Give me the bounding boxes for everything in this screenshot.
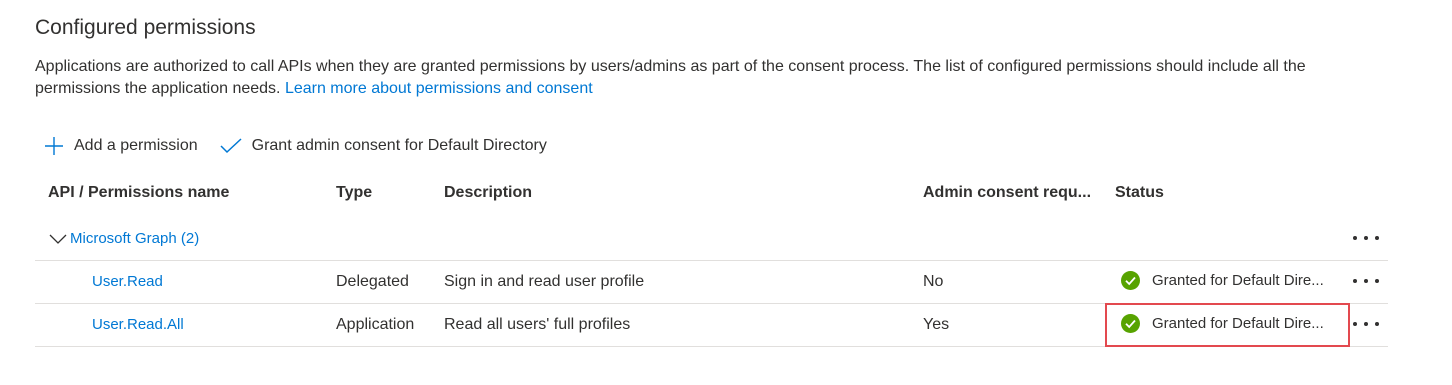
more-dot — [1364, 279, 1368, 283]
group-expand-toggle[interactable]: Microsoft Graph (2) — [49, 230, 199, 247]
more-dot — [1353, 279, 1357, 283]
api-group-row: Microsoft Graph (2) — [35, 224, 1388, 261]
group-more-button[interactable] — [1353, 228, 1379, 248]
success-check-circle-icon — [1121, 270, 1140, 290]
more-dot — [1353, 322, 1357, 326]
status-cell: Granted for Default Dire... — [1121, 259, 1338, 301]
status-highlight-box — [1105, 303, 1350, 347]
status-text: Granted for Default Dire... — [1152, 271, 1324, 289]
admin-consent-value: No — [923, 273, 944, 290]
add-permission-button[interactable]: Add a permission — [44, 136, 198, 156]
column-header-type[interactable]: Type — [336, 182, 372, 204]
admin-consent-value: Yes — [923, 316, 950, 333]
column-header-name[interactable]: API / Permissions name — [48, 182, 229, 204]
permission-name-link[interactable]: User.Read.All — [92, 304, 184, 346]
more-dot — [1375, 236, 1379, 240]
more-dot — [1364, 322, 1368, 326]
grant-admin-consent-button[interactable]: Grant admin consent for Default Director… — [220, 137, 547, 155]
section-title: Configured permissions — [35, 16, 256, 39]
toolbar: Add a permission Grant admin consent for… — [44, 133, 569, 159]
plus-icon — [45, 137, 63, 155]
column-header-description[interactable]: Description — [444, 182, 532, 204]
group-label: Microsoft Graph (2) — [70, 230, 200, 247]
description-text: Applications are authorized to call APIs… — [35, 58, 1306, 97]
permission-type: Application — [336, 316, 415, 333]
permission-name-link[interactable]: User.Read — [92, 261, 163, 303]
chevron-down-icon — [49, 234, 67, 244]
grant-admin-consent-label: Grant admin consent for Default Director… — [251, 137, 547, 154]
learn-more-link[interactable]: Learn more about permissions and consent — [285, 80, 593, 97]
column-header-status[interactable]: Status — [1115, 182, 1164, 204]
row-more-button[interactable] — [1353, 271, 1379, 291]
more-dot — [1375, 322, 1379, 326]
column-header-admin-consent[interactable]: Admin consent requ... — [923, 182, 1091, 204]
checkmark-icon — [220, 138, 242, 154]
permission-description: Sign in and read user profile — [444, 273, 645, 290]
more-dot — [1353, 236, 1357, 240]
permission-type: Delegated — [336, 273, 409, 290]
section-description: Applications are authorized to call APIs… — [35, 56, 1395, 100]
add-permission-label: Add a permission — [74, 137, 198, 154]
more-dot — [1364, 236, 1368, 240]
permission-description: Read all users' full profiles — [444, 316, 631, 333]
more-dot — [1375, 279, 1379, 283]
table-row: User.Read Delegated Sign in and read use… — [35, 261, 1388, 304]
row-more-button[interactable] — [1353, 314, 1379, 334]
configured-permissions-panel: Configured permissions Applications are … — [0, 0, 1452, 385]
